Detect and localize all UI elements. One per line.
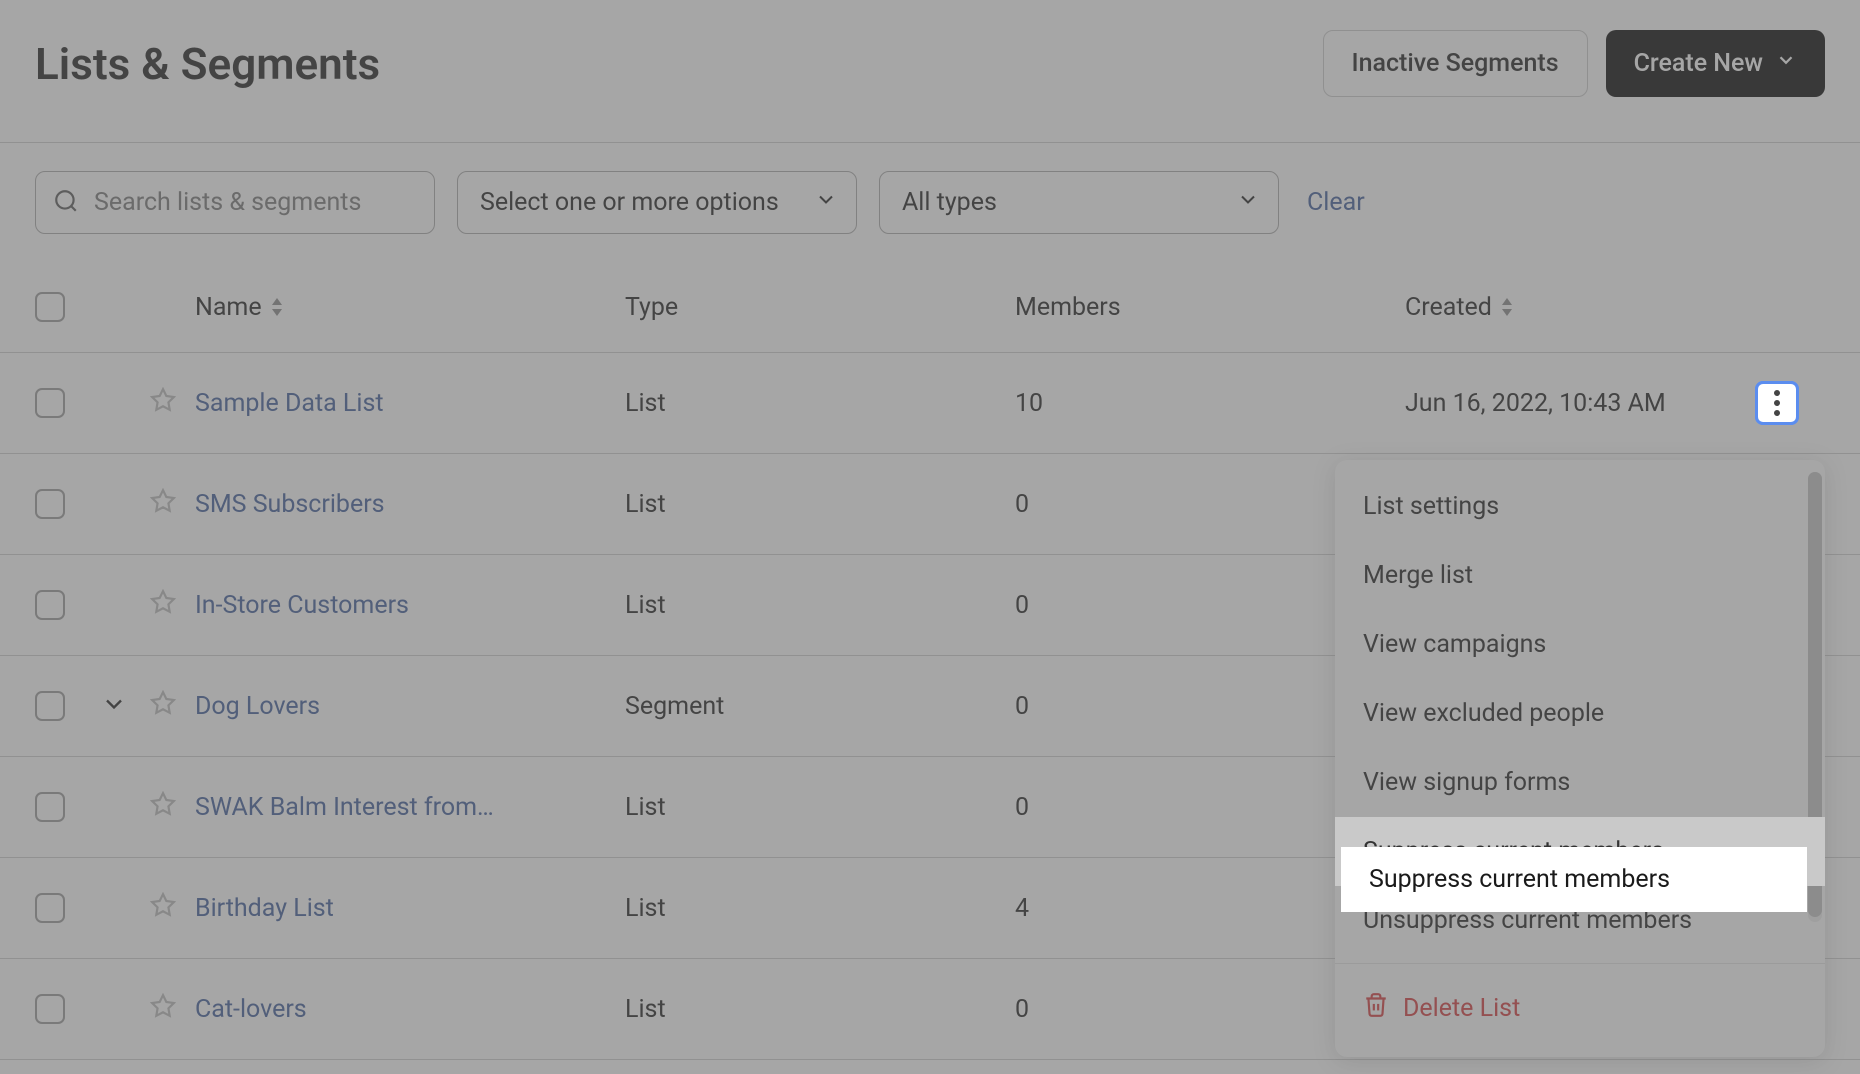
sort-icon xyxy=(1500,298,1514,316)
row-members: 10 xyxy=(1015,389,1405,418)
select-all-checkbox[interactable] xyxy=(35,292,65,322)
column-header-created[interactable]: Created xyxy=(1405,293,1755,322)
row-actions-menu: List settings Merge list View campaigns Vie… xyxy=(1335,460,1825,1057)
row-checkbox[interactable] xyxy=(35,893,65,923)
chevron-down-icon xyxy=(814,187,838,218)
row-checkbox[interactable] xyxy=(35,590,65,620)
kebab-icon xyxy=(1774,390,1780,416)
row-type: List xyxy=(625,591,1015,620)
expand-chevron-icon[interactable] xyxy=(100,703,128,722)
row-actions-button[interactable] xyxy=(1755,381,1799,425)
column-header-members: Members xyxy=(1015,293,1405,322)
menu-item-suppress-spotlight[interactable]: Suppress current members xyxy=(1341,847,1807,912)
row-checkbox[interactable] xyxy=(35,489,65,519)
row-name-link[interactable]: Sample Data List xyxy=(195,389,384,418)
inactive-segments-button[interactable]: Inactive Segments xyxy=(1323,30,1588,97)
row-type: List xyxy=(625,995,1015,1024)
row-name-link[interactable]: Dog Lovers xyxy=(195,692,320,721)
row-type: List xyxy=(625,389,1015,418)
menu-item-label: Merge list xyxy=(1363,561,1473,590)
row-name-link[interactable]: SMS Subscribers xyxy=(195,490,385,519)
row-checkbox[interactable] xyxy=(35,792,65,822)
chevron-down-icon xyxy=(1236,187,1260,218)
star-icon[interactable] xyxy=(150,791,176,824)
menu-item-delete-label: Delete List xyxy=(1403,994,1520,1023)
row-name-link[interactable]: SWAK Balm Interest from… xyxy=(195,793,494,822)
star-icon[interactable] xyxy=(150,488,176,521)
star-icon[interactable] xyxy=(150,690,176,723)
row-type: Segment xyxy=(625,692,1015,721)
sort-icon xyxy=(270,298,284,316)
menu-item[interactable]: View campaigns xyxy=(1335,610,1825,679)
star-icon[interactable] xyxy=(150,993,176,1026)
row-name-link[interactable]: Birthday List xyxy=(195,894,334,923)
chevron-down-icon xyxy=(1775,49,1797,78)
row-type: List xyxy=(625,490,1015,519)
create-new-label: Create New xyxy=(1634,49,1763,78)
menu-item[interactable]: View signup forms xyxy=(1335,748,1825,817)
tags-select-label: Select one or more options xyxy=(480,188,779,217)
star-icon[interactable] xyxy=(150,892,176,925)
create-new-button[interactable]: Create New xyxy=(1606,30,1825,97)
star-icon[interactable] xyxy=(150,387,176,420)
column-header-name[interactable]: Name xyxy=(195,293,625,322)
row-created: Jun 16, 2022, 10:43 AM xyxy=(1405,389,1755,418)
menu-item-delete-list[interactable]: Delete List xyxy=(1335,972,1825,1045)
types-select[interactable]: All types xyxy=(879,171,1279,234)
inactive-segments-label: Inactive Segments xyxy=(1352,49,1559,78)
search-icon xyxy=(53,188,79,218)
row-type: List xyxy=(625,894,1015,923)
tags-select[interactable]: Select one or more options xyxy=(457,171,857,234)
row-checkbox[interactable] xyxy=(35,388,65,418)
page-title: Lists & Segments xyxy=(35,38,380,90)
menu-item[interactable]: Merge list xyxy=(1335,541,1825,610)
row-name-link[interactable]: In-Store Customers xyxy=(195,591,409,620)
row-type: List xyxy=(625,793,1015,822)
menu-item-label: View excluded people xyxy=(1363,699,1604,728)
menu-item[interactable]: List settings xyxy=(1335,472,1825,541)
trash-icon xyxy=(1363,992,1389,1025)
clear-filters-link[interactable]: Clear xyxy=(1307,188,1365,217)
menu-item-label: View signup forms xyxy=(1363,768,1570,797)
row-checkbox[interactable] xyxy=(35,994,65,1024)
search-input[interactable] xyxy=(35,171,435,234)
row-name-link[interactable]: Cat-lovers xyxy=(195,995,307,1024)
menu-item-label: List settings xyxy=(1363,492,1499,521)
menu-item[interactable]: View excluded people xyxy=(1335,679,1825,748)
column-header-type: Type xyxy=(625,293,1015,322)
table-row: Sample Data List List10Jun 16, 2022, 10:4… xyxy=(0,353,1860,454)
row-checkbox[interactable] xyxy=(35,691,65,721)
star-icon[interactable] xyxy=(150,589,176,622)
types-select-label: All types xyxy=(902,188,997,217)
menu-item-label: View campaigns xyxy=(1363,630,1546,659)
